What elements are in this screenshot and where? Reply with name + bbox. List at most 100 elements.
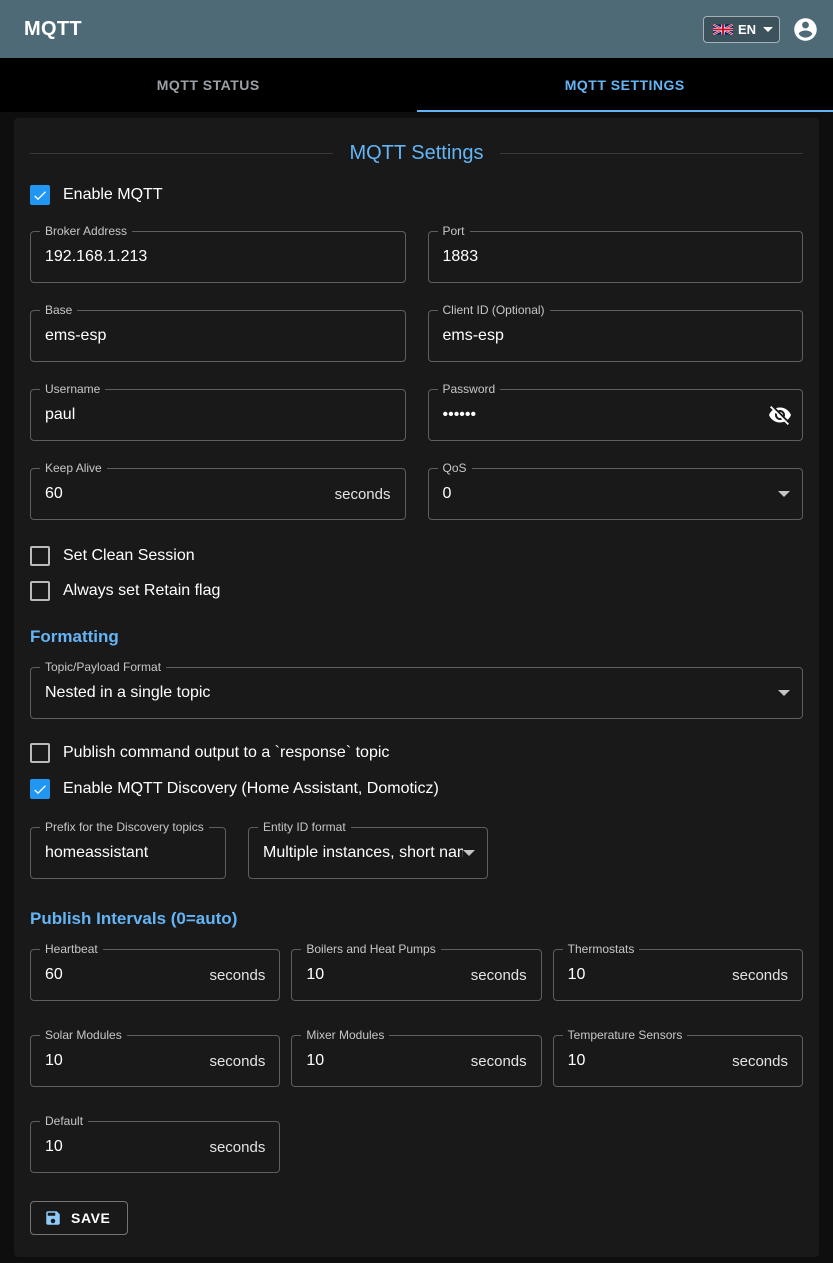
field-value: ems-esp [45,327,391,345]
boilers-interval-field[interactable]: Boilers and Heat Pumps 10 seconds [291,949,541,1001]
language-selector[interactable]: EN [703,16,780,43]
arrow-drop-down-icon [778,690,790,696]
app-title: MQTT [24,18,82,41]
connection-fields: Broker Address 192.168.1.213 Port 1883 B… [30,231,803,520]
account-circle-icon [792,16,819,43]
field-suffix: seconds [209,1053,265,1070]
checkbox-label: Set Clean Session [63,547,195,565]
check-icon [32,187,48,204]
field-value: 10 [568,1052,724,1070]
field-label: Boilers and Heat Pumps [301,942,440,956]
divider-line [500,153,803,154]
field-label: Username [40,382,105,396]
field-label: Topic/Payload Format [40,660,166,674]
field-value: Nested in a single topic [45,684,778,702]
checkbox-mqtt-discovery[interactable]: Enable MQTT Discovery (Home Assistant, D… [30,779,439,799]
base-field[interactable]: Base ems-esp [30,310,406,362]
save-icon [44,1209,62,1227]
field-value: 10 [306,1052,462,1070]
entity-id-format-select[interactable]: Entity ID format Multiple instances, sho… [248,827,488,879]
field-label: Port [438,224,470,238]
save-button-label: SAVE [71,1210,111,1226]
password-field[interactable]: Password •••••• [428,389,804,441]
divider-line [30,153,333,154]
discovery-fields: Prefix for the Discovery topics homeassi… [30,827,803,879]
settings-card: MQTT Settings Enable MQTT Broker Address… [14,118,819,1257]
field-label: Prefix for the Discovery topics [40,820,209,834]
field-value: 60 [45,485,327,503]
field-label: Entity ID format [258,820,351,834]
field-value: paul [45,406,391,424]
tab-label: MQTT SETTINGS [565,77,685,93]
field-label: Temperature Sensors [563,1028,688,1042]
field-suffix: seconds [732,967,788,984]
field-value: homeassistant [45,844,211,862]
checkbox-label: Enable MQTT [63,186,163,204]
tab-label: MQTT STATUS [157,77,260,93]
field-value: •••••• [443,406,769,424]
field-value: 10 [568,966,724,984]
field-label: Password [438,382,501,396]
checkbox-unchecked-icon [30,546,50,566]
thermostats-interval-field[interactable]: Thermostats 10 seconds [553,949,803,1001]
publish-intervals-heading: Publish Intervals (0=auto) [30,909,803,929]
field-value: Multiple instances, short name [263,844,463,862]
port-field[interactable]: Port 1883 [428,231,804,283]
discovery-prefix-field[interactable]: Prefix for the Discovery topics homeassi… [30,827,226,879]
page-title: MQTT Settings [333,142,499,165]
page-title-divider: MQTT Settings [30,142,803,165]
default-interval-field[interactable]: Default 10 seconds [30,1121,280,1173]
field-value: 60 [45,966,201,984]
checkbox-label: Enable MQTT Discovery (Home Assistant, D… [63,780,439,798]
uk-flag-icon [713,24,733,35]
arrow-drop-down-icon [463,850,475,856]
mixer-interval-field[interactable]: Mixer Modules 10 seconds [291,1035,541,1087]
field-label: QoS [438,461,472,475]
broker-address-field[interactable]: Broker Address 192.168.1.213 [30,231,406,283]
checkbox-unchecked-icon [30,743,50,763]
temperature-interval-field[interactable]: Temperature Sensors 10 seconds [553,1035,803,1087]
field-label: Client ID (Optional) [438,303,550,317]
field-label: Broker Address [40,224,132,238]
tab-mqtt-status[interactable]: MQTT STATUS [0,58,417,112]
checkbox-retain-flag[interactable]: Always set Retain flag [30,581,220,601]
visibility-off-icon[interactable] [768,403,792,427]
account-button[interactable] [792,16,819,43]
username-field[interactable]: Username paul [30,389,406,441]
checkbox-unchecked-icon [30,581,50,601]
field-label: Keep Alive [40,461,107,475]
field-label: Heartbeat [40,942,103,956]
field-suffix: seconds [471,967,527,984]
checkbox-checked-icon [30,779,50,799]
checkbox-response-topic[interactable]: Publish command output to a `response` t… [30,743,389,763]
checkbox-clean-session[interactable]: Set Clean Session [30,546,195,566]
heartbeat-interval-field[interactable]: Heartbeat 60 seconds [30,949,280,1001]
solar-interval-field[interactable]: Solar Modules 10 seconds [30,1035,280,1087]
client-id-field[interactable]: Client ID (Optional) ems-esp [428,310,804,362]
save-button[interactable]: SAVE [30,1201,128,1235]
formatting-heading: Formatting [30,627,803,647]
field-label: Mixer Modules [301,1028,389,1042]
field-label: Default [40,1114,88,1128]
field-value: ems-esp [443,327,789,345]
tab-mqtt-settings[interactable]: MQTT SETTINGS [417,58,833,112]
field-value: 192.168.1.213 [45,248,391,266]
field-value: 1883 [443,248,789,266]
field-label: Base [40,303,77,317]
qos-select[interactable]: QoS 0 [428,468,804,520]
field-suffix: seconds [732,1053,788,1070]
field-value: 10 [306,966,462,984]
field-label: Solar Modules [40,1028,127,1042]
field-suffix: seconds [209,967,265,984]
field-suffix: seconds [209,1139,265,1156]
topic-format-select[interactable]: Topic/Payload Format Nested in a single … [30,667,803,719]
checkbox-enable-mqtt[interactable]: Enable MQTT [30,185,163,205]
language-label: EN [738,22,756,37]
tab-bar: MQTT STATUS MQTT SETTINGS [0,58,833,112]
keep-alive-field[interactable]: Keep Alive 60 seconds [30,468,406,520]
field-value: 10 [45,1052,201,1070]
field-value: 10 [45,1138,201,1156]
checkbox-checked-icon [30,185,50,205]
checkbox-label: Always set Retain flag [63,582,220,600]
arrow-drop-down-icon [778,491,790,497]
